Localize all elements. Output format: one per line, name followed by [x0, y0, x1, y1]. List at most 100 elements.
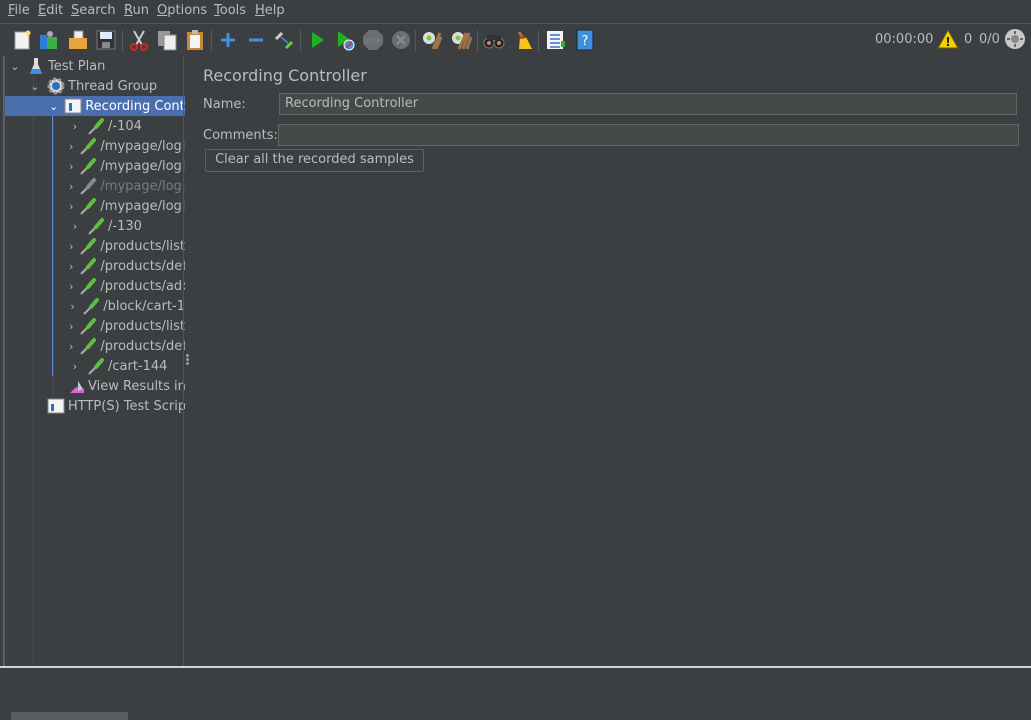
chevron-down-icon[interactable]: ⌄ — [29, 80, 41, 93]
menu-help[interactable]: Help — [255, 3, 285, 18]
sampler-icon — [82, 297, 100, 315]
chevron-down-icon[interactable]: ⌄ — [49, 100, 58, 113]
tree-node-thread-group[interactable]: ⌄ Thread Group — [29, 76, 157, 96]
expand-all-button[interactable] — [216, 28, 240, 52]
reset-search-icon — [517, 31, 532, 49]
menu-tools[interactable]: Tools — [214, 3, 246, 18]
tree-node-sampler[interactable]: ›/-130 — [69, 216, 142, 236]
templates-button[interactable] — [37, 28, 61, 52]
tree-node-sampler[interactable]: ›/block/cart-1 — [69, 296, 185, 316]
chevron-right-icon[interactable]: › — [69, 220, 81, 233]
new-button[interactable] — [10, 28, 34, 52]
gear-icon — [47, 77, 65, 95]
tree-node-sampler[interactable]: ›/mypage/login — [69, 196, 185, 216]
collapse-all-button[interactable] — [244, 28, 268, 52]
elapsed-timer: 00:00:00 — [875, 32, 934, 47]
stop-button[interactable]: STOP — [361, 28, 385, 52]
reset-search-button[interactable] — [510, 28, 534, 52]
svg-text:?: ? — [582, 34, 589, 49]
tree-node-sampler[interactable]: ›/mypage/login — [69, 176, 185, 196]
sampler-icon — [87, 357, 105, 375]
chevron-down-icon[interactable]: ⌄ — [9, 60, 21, 73]
panel-title: Recording Controller — [203, 66, 367, 85]
tree-node-sampler[interactable]: ›/products/list — [69, 236, 185, 256]
test-plan-tree[interactable]: ⌄ Test Plan ⌄ Thread Group ⌄ Recording C… — [4, 56, 185, 720]
function-helper-icon — [547, 31, 565, 49]
help-button[interactable]: ? — [573, 28, 597, 52]
open-button[interactable] — [66, 28, 90, 52]
search-button[interactable] — [482, 28, 506, 52]
tree-guide-selected — [52, 116, 53, 376]
tree-node-recording-controller[interactable]: ⌄ Recording Controller — [5, 96, 185, 116]
sampler-icon — [79, 137, 97, 155]
help-icon: ? — [576, 29, 594, 51]
recording-controller-panel: Recording Controller Name: Recording Con… — [193, 56, 1030, 666]
toggle-button[interactable] — [272, 28, 296, 52]
sampler-icon — [79, 277, 97, 295]
warning-icon[interactable]: ! — [937, 28, 959, 53]
chevron-right-icon[interactable]: › — [69, 260, 73, 273]
tree-node-sampler[interactable]: ›/cart-144 — [69, 356, 167, 376]
expand-icon — [221, 33, 235, 47]
sampler-icon — [87, 117, 105, 135]
toolbar-separator — [477, 30, 478, 52]
chevron-right-icon[interactable]: › — [69, 120, 81, 133]
shutdown-button[interactable] — [389, 28, 413, 52]
tree-node-sampler[interactable]: ›/products/list — [69, 316, 185, 336]
menu-edit[interactable]: Edit — [38, 3, 63, 18]
chevron-right-icon[interactable]: › — [69, 320, 73, 333]
tree-node-sampler[interactable]: ›/products/detail — [69, 336, 185, 356]
shutdown-icon — [392, 31, 410, 49]
listener-icon — [69, 377, 85, 395]
clear-icon — [423, 32, 443, 50]
sampler-icon — [79, 177, 97, 195]
toolbar-separator — [122, 30, 123, 52]
start-icon — [312, 32, 324, 48]
tree-horizontal-scrollbar[interactable] — [11, 712, 128, 720]
tree-node-view-results-tree[interactable]: View Results in Tree — [69, 376, 185, 396]
chevron-right-icon[interactable]: › — [69, 340, 73, 353]
tree-node-sampler[interactable]: ›/-104 — [69, 116, 142, 136]
function-helper-button[interactable] — [543, 28, 567, 52]
tree-node-sampler[interactable]: ›/products/add — [69, 276, 185, 296]
chevron-right-icon[interactable]: › — [69, 300, 76, 313]
tree-node-test-plan[interactable]: ⌄ Test Plan — [9, 56, 105, 76]
start-button[interactable] — [305, 28, 329, 52]
menu-file[interactable]: File — [8, 3, 30, 18]
copy-button[interactable] — [155, 28, 179, 52]
name-field[interactable]: Recording Controller — [279, 93, 1017, 115]
start-no-pauses-button[interactable] — [333, 28, 357, 52]
menu-run[interactable]: Run — [124, 3, 149, 18]
tree-node-sampler[interactable]: ›/mypage/login — [69, 156, 185, 176]
name-label: Name: — [203, 97, 246, 112]
clear-button[interactable] — [420, 28, 444, 52]
cut-button[interactable] — [127, 28, 151, 52]
tree-node-sampler[interactable]: ›/products/detail — [69, 256, 185, 276]
clear-recorded-samples-button[interactable]: Clear all the recorded samples — [205, 149, 424, 172]
chevron-right-icon[interactable]: › — [69, 200, 73, 213]
chevron-right-icon[interactable]: › — [69, 160, 73, 173]
thread-count: 0/0 — [979, 32, 1000, 47]
comments-field[interactable] — [278, 124, 1019, 146]
new-icon — [14, 30, 31, 50]
tree-node-http-test-script-recorder[interactable]: HTTP(S) Test Script Recorder — [47, 396, 185, 416]
divider-grip-icon[interactable] — [186, 354, 189, 366]
warning-count: 0 — [964, 32, 973, 47]
sampler-icon — [79, 237, 97, 255]
svg-text:STOP: STOP — [365, 38, 381, 45]
chevron-right-icon[interactable]: › — [69, 240, 73, 253]
flask-icon — [27, 57, 45, 75]
chevron-right-icon[interactable]: › — [69, 140, 73, 153]
clear-all-button[interactable] — [449, 28, 473, 52]
tree-node-sampler[interactable]: ›/mypage/login — [69, 136, 185, 156]
chevron-right-icon[interactable]: › — [69, 280, 73, 293]
save-button[interactable] — [94, 28, 118, 52]
menu-search[interactable]: Search — [71, 3, 116, 18]
chevron-right-icon[interactable]: › — [69, 180, 73, 193]
clear-all-icon — [452, 32, 472, 50]
paste-icon — [187, 30, 203, 50]
menu-options[interactable]: Options — [157, 3, 207, 18]
templates-icon — [40, 31, 57, 49]
paste-button[interactable] — [183, 28, 207, 52]
chevron-right-icon[interactable]: › — [69, 360, 81, 373]
